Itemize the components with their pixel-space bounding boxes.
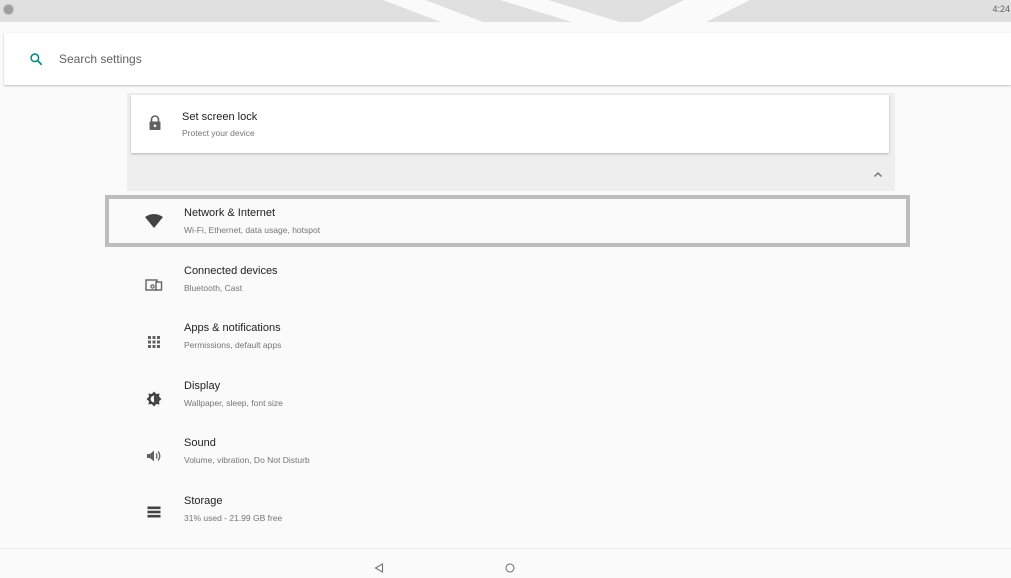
settings-item-title: Connected devices — [184, 265, 278, 277]
navigation-bar — [0, 548, 1011, 578]
settings-item-storage[interactable]: Storage 31% used - 21.99 GB free — [105, 486, 910, 542]
home-circle-icon[interactable] — [505, 560, 515, 573]
apps-icon — [145, 333, 163, 351]
status-bar-decoration — [640, 0, 750, 22]
settings-item-title: Storage — [184, 495, 223, 507]
settings-item-summary: Volume, vibration, Do Not Disturb — [184, 455, 310, 465]
search-bar[interactable]: Search settings — [4, 33, 1011, 85]
settings-item-apps[interactable]: Apps & notifications Permissions, defaul… — [105, 313, 910, 369]
status-bar-decoration — [383, 0, 483, 22]
suggestion-card-screen-lock[interactable]: Set screen lock Protect your device — [131, 95, 889, 153]
back-triangle-icon[interactable] — [374, 560, 384, 573]
settings-item-title: Display — [184, 380, 221, 392]
settings-item-connected-devices[interactable]: Connected devices Bluetooth, Cast — [105, 256, 910, 312]
brightness-icon — [145, 390, 163, 408]
settings-item-summary: Bluetooth, Cast — [184, 283, 243, 293]
status-bar-decoration — [500, 0, 620, 22]
settings-item-sound[interactable]: Sound Volume, vibration, Do Not Disturb — [105, 428, 910, 484]
settings-item-display[interactable]: Display Wallpaper, sleep, font size — [105, 371, 910, 427]
suggestion-title: Set screen lock — [182, 111, 258, 123]
settings-item-title: Apps & notifications — [184, 322, 281, 334]
suggestion-summary: Protect your device — [182, 128, 255, 138]
storage-icon — [145, 503, 163, 521]
status-bar: 4:24 — [0, 0, 1011, 22]
search-icon[interactable] — [29, 52, 43, 66]
search-input[interactable]: Search settings — [59, 52, 142, 66]
volume-icon — [145, 447, 163, 465]
settings-item-title: Sound — [184, 437, 216, 449]
settings-item-summary: Wallpaper, sleep, font size — [184, 398, 283, 408]
settings-screen: 4:24 Search settings Set screen lock Pro… — [0, 0, 1011, 578]
notification-dot-icon — [3, 4, 14, 15]
status-time: 4:24 — [992, 4, 1010, 14]
lock-icon — [146, 114, 164, 132]
devices-icon — [145, 276, 163, 294]
highlight-frame — [105, 195, 910, 247]
chevron-up-icon[interactable] — [871, 168, 885, 182]
settings-item-summary: 31% used - 21.99 GB free — [184, 513, 283, 523]
settings-item-summary: Permissions, default apps — [184, 340, 282, 350]
